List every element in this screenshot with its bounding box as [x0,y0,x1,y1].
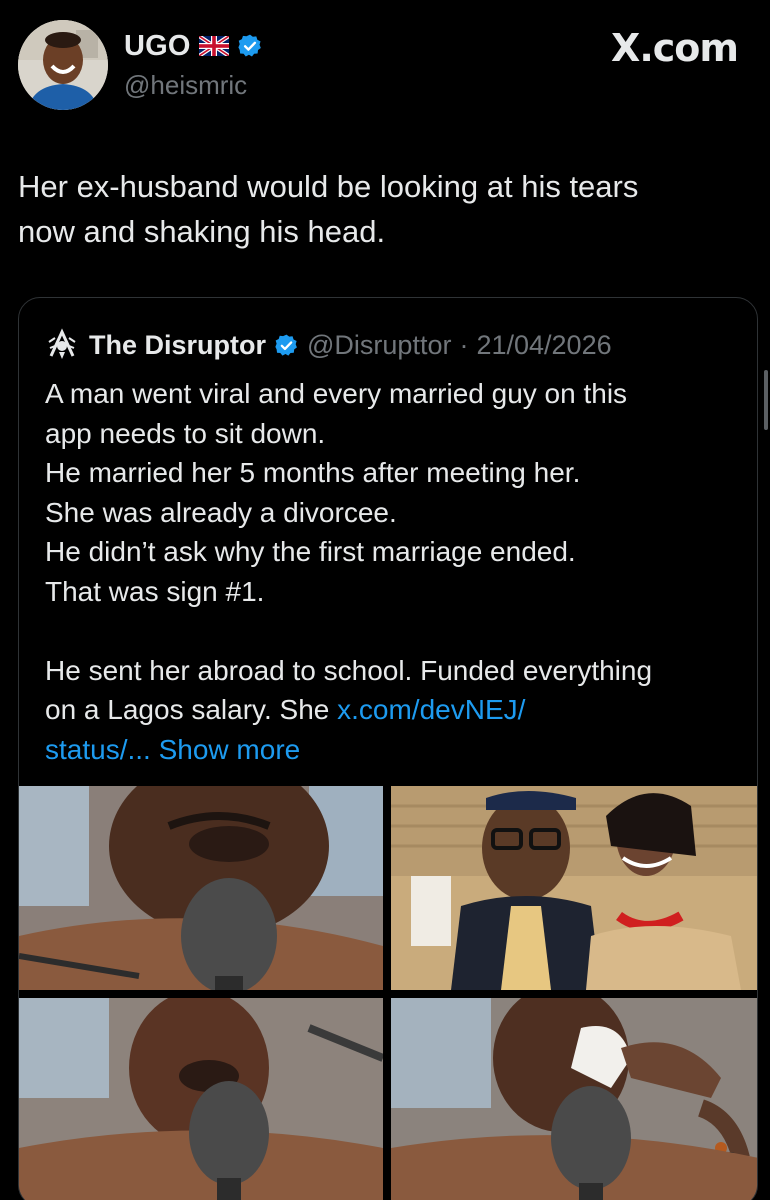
quoted-text-line-with-link: on a Lagos salary. She x.com/devNEJ/ [45,690,745,730]
quoted-text-line-link: status/... Show more [45,730,745,770]
quoted-author-avatar[interactable] [43,326,81,364]
quoted-tweet-header: The Disruptor @Disrupttor · 21/04/2026 [43,326,612,364]
quoted-text-line: app needs to sit down. [45,417,326,449]
tweet-text-line: Her ex-husband would be looking at his t… [18,169,639,204]
quoted-author-display-name[interactable]: The Disruptor [89,330,266,361]
quoted-tweet-card[interactable]: The Disruptor @Disrupttor · 21/04/2026 A… [18,297,758,1200]
quoted-text-line: He didn’t ask why the first marriage end… [45,536,576,567]
quoted-text-line: A man went viral and every married guy o… [45,378,628,409]
separator-dot: · [459,329,469,360]
quoted-text-line: He married her 5 months after meeting he… [45,457,581,488]
x-brand-logo: X.com [611,26,739,70]
author-avatar[interactable] [18,20,108,110]
quoted-text-line: He sent her abroad to school. Funded eve… [45,654,653,686]
tweet-header: UGO @heismric X.com [0,0,770,130]
author-display-name[interactable]: UGO [124,30,191,63]
quoted-tweet-date[interactable]: 21/04/2026 [476,330,611,361]
uk-flag-icon [197,34,230,58]
quoted-tweet-text: A man went viral and every married guy o… [45,374,745,769]
author-handle[interactable]: @heismric [124,70,247,101]
quoted-author-handle[interactable]: @Disrupttor [307,330,451,361]
quoted-text-line: She was already a divorcee. [45,496,397,528]
quoted-tweet-link[interactable]: x.com/devNEJ/ [337,694,525,725]
quoted-text-line: That was sign #1. [45,575,265,607]
media-grid [19,786,757,1200]
quoted-text-line [45,611,745,651]
show-more-link[interactable]: Show more [159,734,301,765]
quoted-tweet-link-continued[interactable]: status/... [45,734,151,765]
scrollbar[interactable] [764,370,768,430]
verified-badge-icon [274,333,299,358]
media-photo-3[interactable] [19,998,383,1200]
verified-badge-icon [237,33,263,59]
tweet-text-line: now and shaking his head. [18,214,386,249]
quoted-text-segment: on a Lagos salary. She [45,694,338,725]
media-photo-2[interactable] [391,786,757,990]
media-photo-4[interactable] [391,998,757,1200]
tweet-text: Her ex-husband would be looking at his t… [18,164,748,254]
media-photo-1[interactable] [19,786,383,990]
